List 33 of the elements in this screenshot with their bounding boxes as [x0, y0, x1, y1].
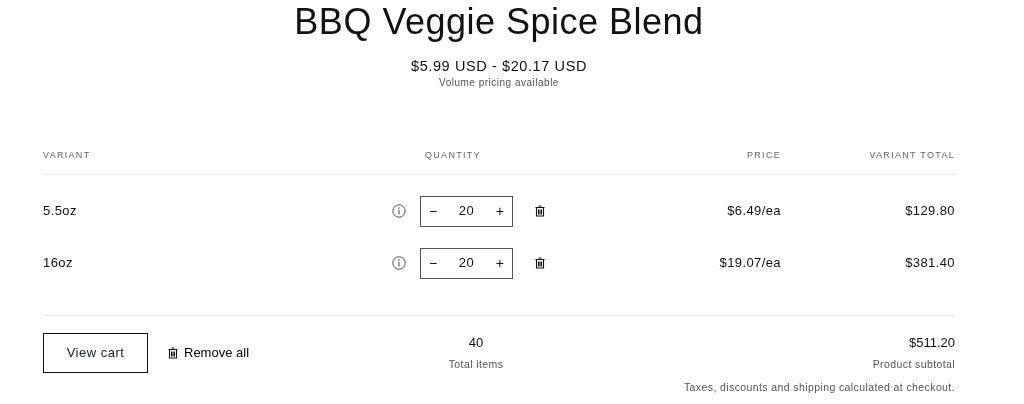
variant-name: 16oz	[43, 254, 74, 273]
quantity-value: 20	[458, 254, 475, 273]
product-title: BBQ Veggie Spice Blend	[293, 0, 705, 44]
column-header: PRICE	[746, 148, 781, 162]
trash-icon[interactable]	[535, 257, 545, 269]
pricing-note: Volume pricing available	[438, 76, 560, 90]
total-items-label: Total items	[447, 357, 505, 372]
column-header: VARIANT	[43, 148, 92, 162]
increase-button[interactable]: +	[495, 256, 504, 270]
quantity-value: 20	[458, 202, 475, 221]
unit-price: $19.07/ea	[718, 254, 781, 273]
subtotal-label: Product subtotal	[871, 357, 955, 372]
remove-all-button[interactable]: Remove all	[168, 343, 250, 363]
trash-icon[interactable]	[535, 205, 545, 217]
variant-name: 5.5oz	[43, 202, 78, 221]
variant-total: $381.40	[904, 254, 955, 273]
tax-note: Taxes, discounts and shipping calculated at checkout.	[682, 380, 955, 395]
decrease-button[interactable]: −	[429, 204, 438, 218]
column-header: QUANTITY	[424, 148, 482, 162]
quantity-stepper[interactable]: − 20 +	[420, 247, 513, 279]
quantity-stepper[interactable]: − 20 +	[420, 195, 513, 227]
variant-total: $129.80	[904, 202, 955, 221]
total-items-count: 40	[467, 334, 485, 352]
view-cart-button[interactable]: View cart	[43, 333, 148, 373]
info-icon[interactable]	[392, 204, 406, 218]
info-icon[interactable]	[392, 256, 406, 270]
decrease-button[interactable]: −	[429, 256, 438, 270]
unit-price: $6.49/ea	[726, 202, 781, 221]
price-range: $5.99 USD - $20.17 USD	[410, 57, 588, 75]
increase-button[interactable]: +	[495, 204, 504, 218]
column-header: VARIANT TOTAL	[868, 148, 955, 162]
subtotal-amount: $511.20	[907, 334, 955, 352]
trash-icon[interactable]	[168, 347, 178, 359]
